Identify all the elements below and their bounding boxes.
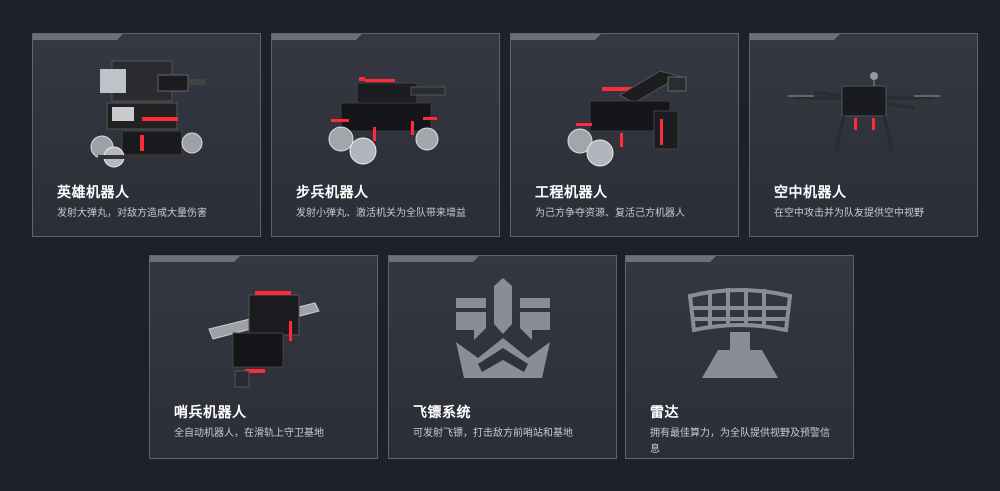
card-infantry-robot[interactable]: 步兵机器人 发射小弹丸、激活机关为全队带来增益 (271, 33, 500, 237)
card-corner-tab (625, 255, 717, 262)
card-radar[interactable]: 雷达 拥有最佳算力，为全队提供视野及预警信息 (625, 255, 854, 459)
card-corner-tab (749, 33, 841, 40)
card-title: 英雄机器人 (57, 185, 130, 201)
card-description: 全自动机器人，在滑轨上守卫基地 (174, 428, 324, 439)
card-description: 发射大弹丸，对敌方造成大量伤害 (57, 208, 207, 219)
card-corner-tab (149, 255, 241, 262)
card-description: 为己方争夺资源、复活己方机器人 (535, 208, 685, 219)
card-hero-robot[interactable]: 英雄机器人 发射大弹丸，对敌方造成大量伤害 (32, 33, 261, 237)
card-sentry-robot[interactable]: 哨兵机器人 全自动机器人，在滑轨上守卫基地 (149, 255, 378, 459)
card-title: 雷达 (650, 405, 679, 421)
sentry-robot-icon (150, 268, 377, 398)
card-description: 可发射飞镖，打击敌方前哨站和基地 (413, 428, 573, 439)
card-description: 在空中攻击并为队友提供空中视野 (774, 208, 924, 219)
card-title: 飞镖系统 (413, 405, 471, 421)
dart-system-icon (389, 268, 616, 398)
card-title: 步兵机器人 (296, 185, 369, 201)
card-corner-tab (271, 33, 363, 40)
aerial-drone-icon (750, 46, 977, 176)
engineer-robot-icon (511, 46, 738, 176)
hero-robot-icon (33, 46, 260, 176)
radar-icon (626, 268, 853, 398)
card-title: 空中机器人 (774, 185, 847, 201)
card-title: 哨兵机器人 (174, 405, 247, 421)
card-aerial-robot[interactable]: 空中机器人 在空中攻击并为队友提供空中视野 (749, 33, 978, 237)
card-corner-tab (510, 33, 602, 40)
card-description: 发射小弹丸、激活机关为全队带来增益 (296, 208, 466, 219)
card-corner-tab (388, 255, 480, 262)
card-description: 拥有最佳算力，为全队提供视野及预警信息 (650, 428, 830, 455)
card-title: 工程机器人 (535, 185, 608, 201)
card-corner-tab (32, 33, 124, 40)
card-dart-system[interactable]: 飞镖系统 可发射飞镖，打击敌方前哨站和基地 (388, 255, 617, 459)
card-engineer-robot[interactable]: 工程机器人 为己方争夺资源、复活己方机器人 (510, 33, 739, 237)
infantry-robot-icon (272, 46, 499, 176)
